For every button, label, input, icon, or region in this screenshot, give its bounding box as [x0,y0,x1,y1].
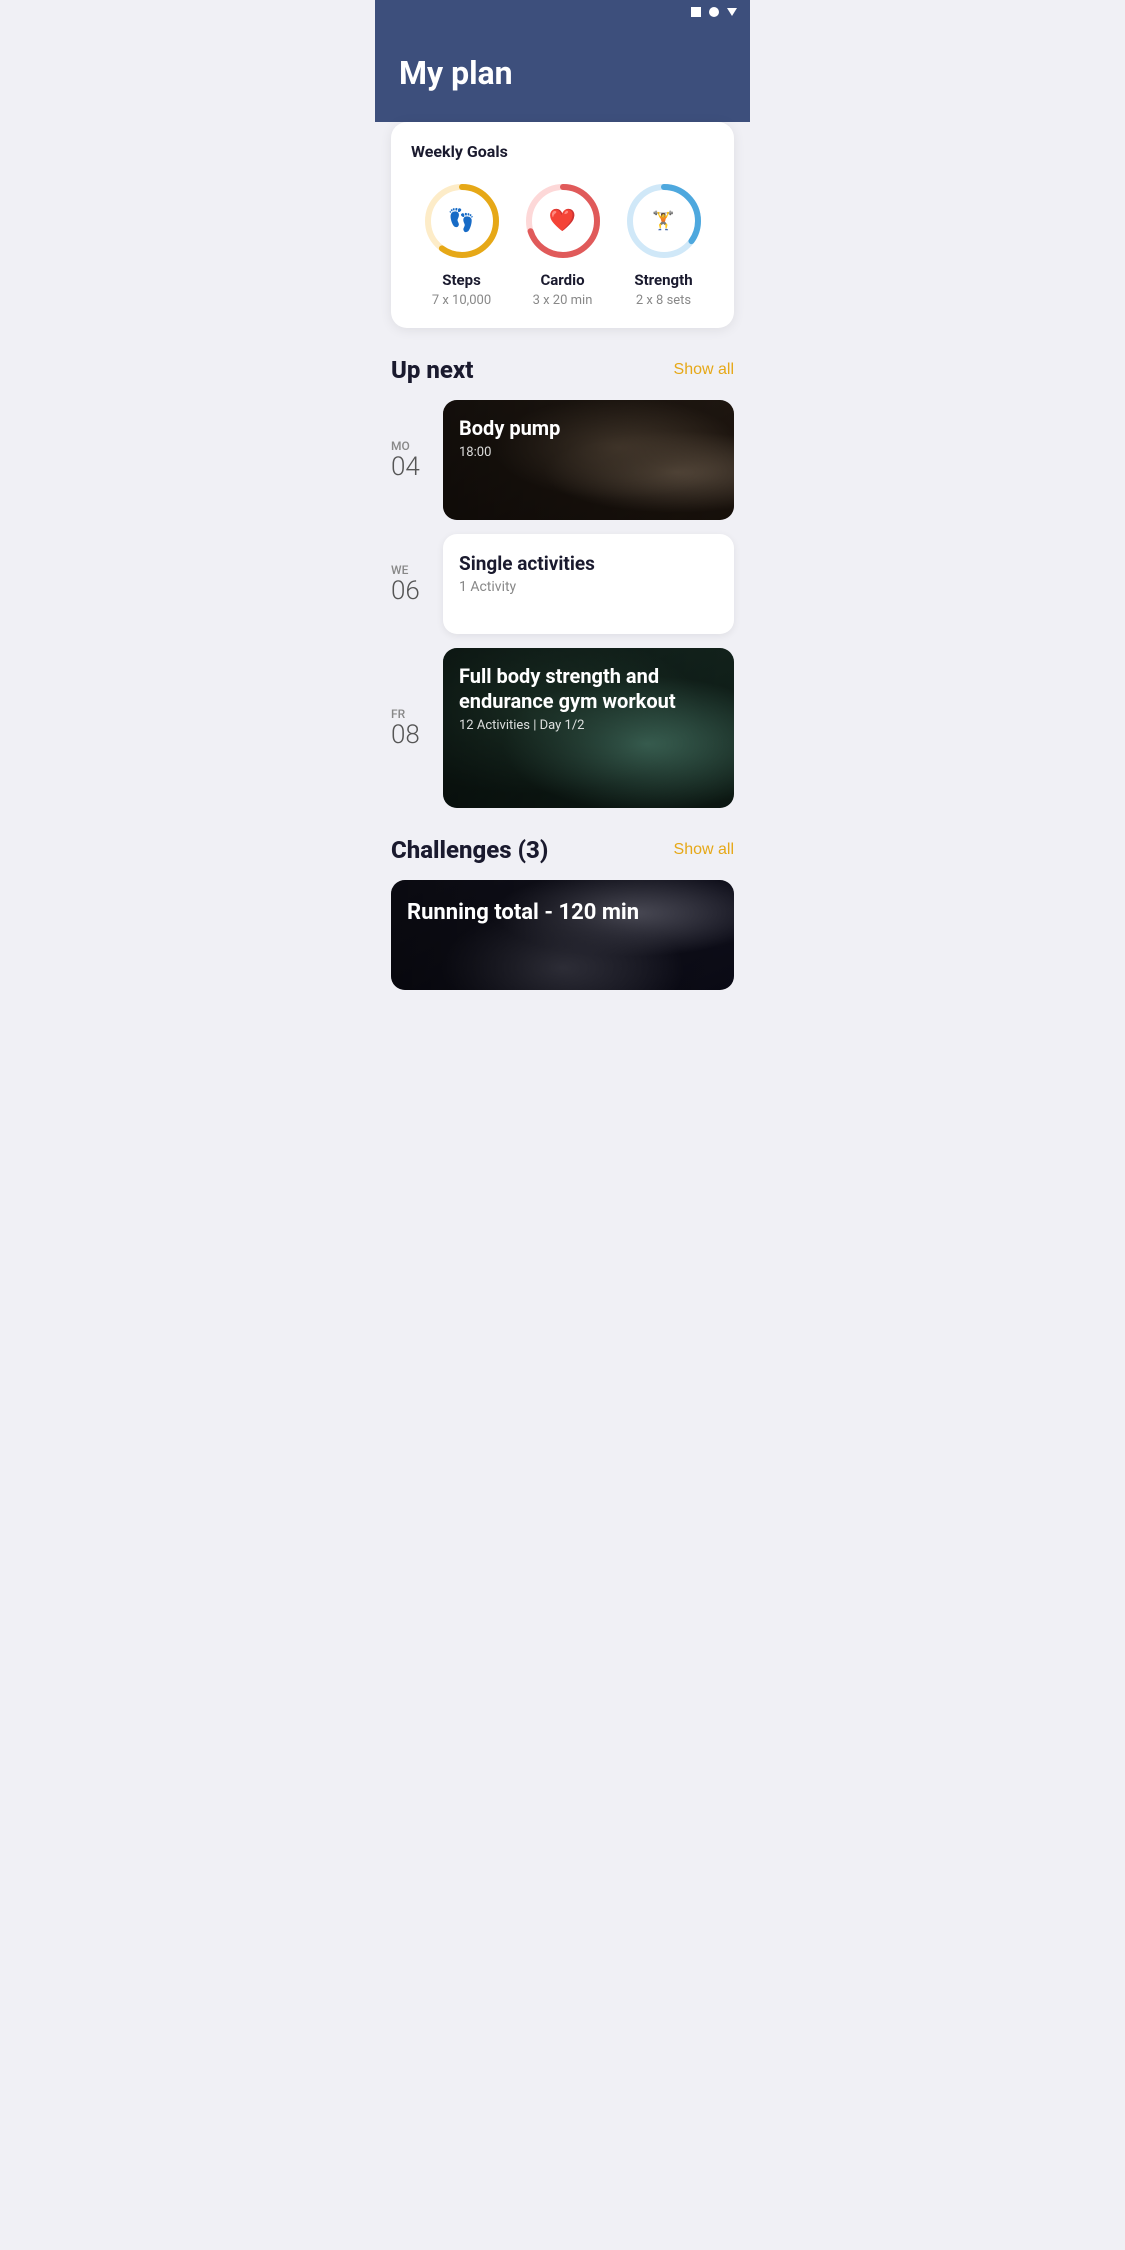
gym-title: Full body strength and endurance gym wor… [459,664,718,714]
day-num-04: 04 [391,453,431,482]
challenges-title: Challenges (3) [391,836,548,864]
pump-title: Body pump [459,416,718,441]
list-item[interactable]: FR 08 Full body strength and endurance g… [391,648,734,808]
single-activities-card[interactable]: Single activities 1 Activity [443,534,734,634]
goals-row: 👣 Steps 7 x 10,000 ❤️ Cardio 3 x 20 min [411,181,714,308]
up-next-header: Up next Show all [391,356,734,384]
full-body-card[interactable]: Full body strength and endurance gym wor… [443,648,734,808]
circle-icon [708,6,720,18]
single-subtitle: 1 Activity [459,579,718,595]
strength-sublabel: 2 x 8 sets [636,293,691,308]
day-label-fr: FR 08 [391,707,431,750]
running-title: Running total - 120 min [407,900,718,925]
steps-sublabel: 7 x 10,000 [432,293,491,308]
day-abbr-mo: MO [391,439,431,453]
day-num-06: 06 [391,577,431,606]
pump-card-content: Body pump 18:00 [443,400,734,476]
triangle-icon [726,6,738,18]
day-abbr-fr: FR [391,707,431,721]
strength-icon: 🏋️ [652,211,674,232]
activity-list: MO 04 Body pump 18:00 WE 06 Single activ… [391,400,734,808]
day-label-mo: MO 04 [391,439,431,482]
cardio-label: Cardio [540,271,584,289]
up-next-show-all[interactable]: Show all [674,361,734,379]
cardio-sublabel: 3 x 20 min [533,293,593,308]
day-label-we: WE 06 [391,563,431,606]
day-num-08: 08 [391,721,431,750]
page-title: My plan [399,54,726,92]
day-abbr-we: WE [391,563,431,577]
strength-label: Strength [634,271,692,289]
main-content: Weekly Goals 👣 Steps 7 x 10,000 [375,122,750,990]
weekly-goals-card: Weekly Goals 👣 Steps 7 x 10,000 [391,122,734,328]
challenges-header: Challenges (3) Show all [391,836,734,864]
running-challenge-content: Running total - 120 min [391,880,734,945]
pump-subtitle: 18:00 [459,445,718,460]
running-challenge-card[interactable]: Running total - 120 min [391,880,734,990]
body-pump-card[interactable]: Body pump 18:00 [443,400,734,520]
goal-strength[interactable]: 🏋️ Strength 2 x 8 sets [624,181,704,308]
status-bar [375,0,750,24]
list-item[interactable]: MO 04 Body pump 18:00 [391,400,734,520]
challenges-section: Challenges (3) Show all Running total - … [391,836,734,990]
goal-steps[interactable]: 👣 Steps 7 x 10,000 [422,181,502,308]
cardio-icon: ❤️ [549,209,576,234]
steps-label: Steps [442,271,481,289]
cardio-circle: ❤️ [523,181,603,261]
steps-icon: 👣 [448,209,475,234]
goal-cardio[interactable]: ❤️ Cardio 3 x 20 min [523,181,603,308]
up-next-title: Up next [391,356,473,384]
gym-subtitle: 12 Activities | Day 1/2 [459,718,718,733]
weekly-goals-title: Weekly Goals [411,142,714,161]
square-icon [690,6,702,18]
list-item[interactable]: WE 06 Single activities 1 Activity [391,534,734,634]
strength-circle: 🏋️ [624,181,704,261]
single-title: Single activities [459,552,718,575]
challenges-show-all[interactable]: Show all [674,841,734,859]
steps-circle: 👣 [422,181,502,261]
gym-card-content: Full body strength and endurance gym wor… [443,648,734,749]
